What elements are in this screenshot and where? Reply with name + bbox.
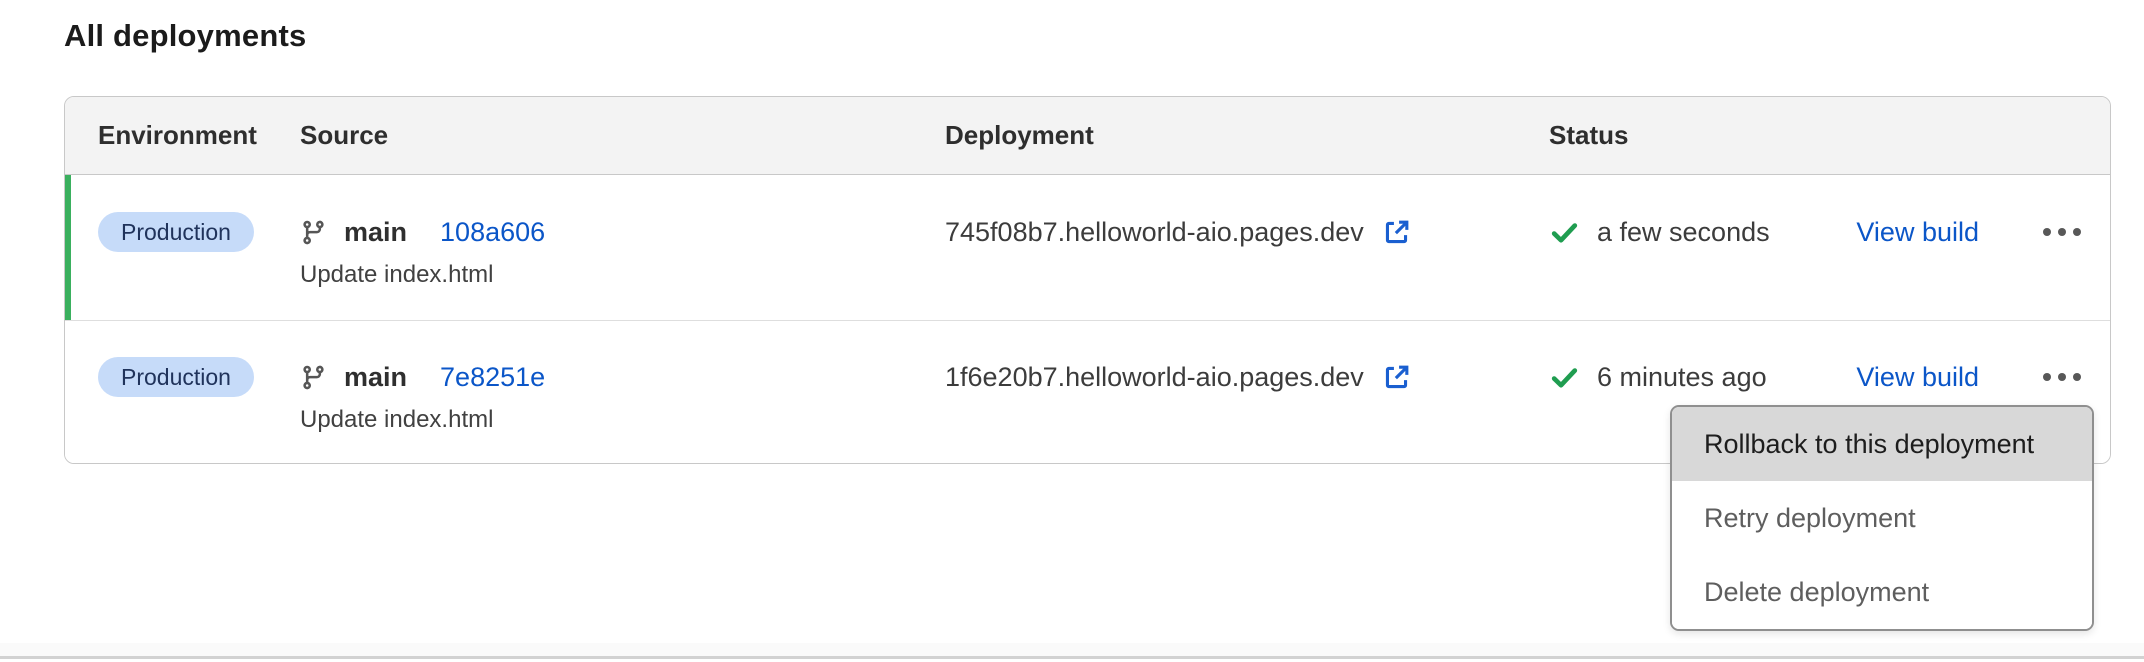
branch-name: main (344, 362, 407, 393)
environment-cell: Production (98, 175, 300, 320)
deployments-page: All deployments Environment Source Deplo… (0, 0, 2144, 662)
current-deployment-indicator (65, 175, 71, 320)
commit-message: Update index.html (300, 261, 945, 289)
view-build-link[interactable]: View build (1856, 217, 1979, 248)
menu-item-rollback[interactable]: Rollback to this deployment (1672, 407, 2092, 481)
deployment-url: 745f08b7.helloworld-aio.pages.dev (945, 217, 1364, 248)
table-header-row: Environment Source Deployment Status (65, 97, 2110, 175)
commit-link[interactable]: 108a606 (440, 217, 545, 248)
environment-badge: Production (98, 357, 254, 397)
deployment-context-menu: Rollback to this deployment Retry deploy… (1670, 405, 2094, 631)
environment-badge: Production (98, 212, 254, 252)
status-cell: a few seconds View build (1549, 175, 2110, 252)
deployment-cell: 1f6e20b7.helloworld-aio.pages.dev (945, 321, 1549, 463)
bottom-band (0, 643, 2144, 657)
git-branch-icon (300, 219, 327, 246)
commit-link[interactable]: 7e8251e (440, 362, 545, 393)
status-cell: 6 minutes ago View build (1549, 321, 2110, 397)
environment-cell: Production (98, 321, 300, 463)
deployment-cell: 745f08b7.helloworld-aio.pages.dev (945, 175, 1549, 320)
menu-item-retry[interactable]: Retry deployment (1672, 481, 2092, 555)
view-build-link[interactable]: View build (1856, 362, 1979, 393)
row-actions-menu-button[interactable] (2041, 222, 2083, 242)
status-time: 6 minutes ago (1597, 362, 1767, 393)
column-header-status: Status (1549, 120, 2110, 151)
menu-item-delete[interactable]: Delete deployment (1672, 555, 2092, 629)
source-cell: main 108a606 Update index.html (300, 175, 945, 320)
deployment-url: 1f6e20b7.helloworld-aio.pages.dev (945, 362, 1364, 393)
external-link-icon[interactable] (1381, 217, 1412, 248)
bottom-divider (0, 656, 2144, 659)
git-branch-icon (300, 364, 327, 391)
commit-message: Update index.html (300, 406, 945, 434)
row-actions-menu-button[interactable] (2041, 367, 2083, 387)
success-check-icon (1549, 217, 1580, 248)
external-link-icon[interactable] (1381, 362, 1412, 393)
column-header-source: Source (300, 120, 945, 151)
source-cell: main 7e8251e Update index.html (300, 321, 945, 463)
branch-name: main (344, 217, 407, 248)
column-header-environment: Environment (98, 120, 300, 151)
column-header-deployment: Deployment (945, 120, 1549, 151)
status-time: a few seconds (1597, 217, 1770, 248)
page-title: All deployments (64, 18, 306, 54)
success-check-icon (1549, 362, 1580, 393)
table-row: Production main 108a606 Update index.htm… (65, 175, 2110, 321)
